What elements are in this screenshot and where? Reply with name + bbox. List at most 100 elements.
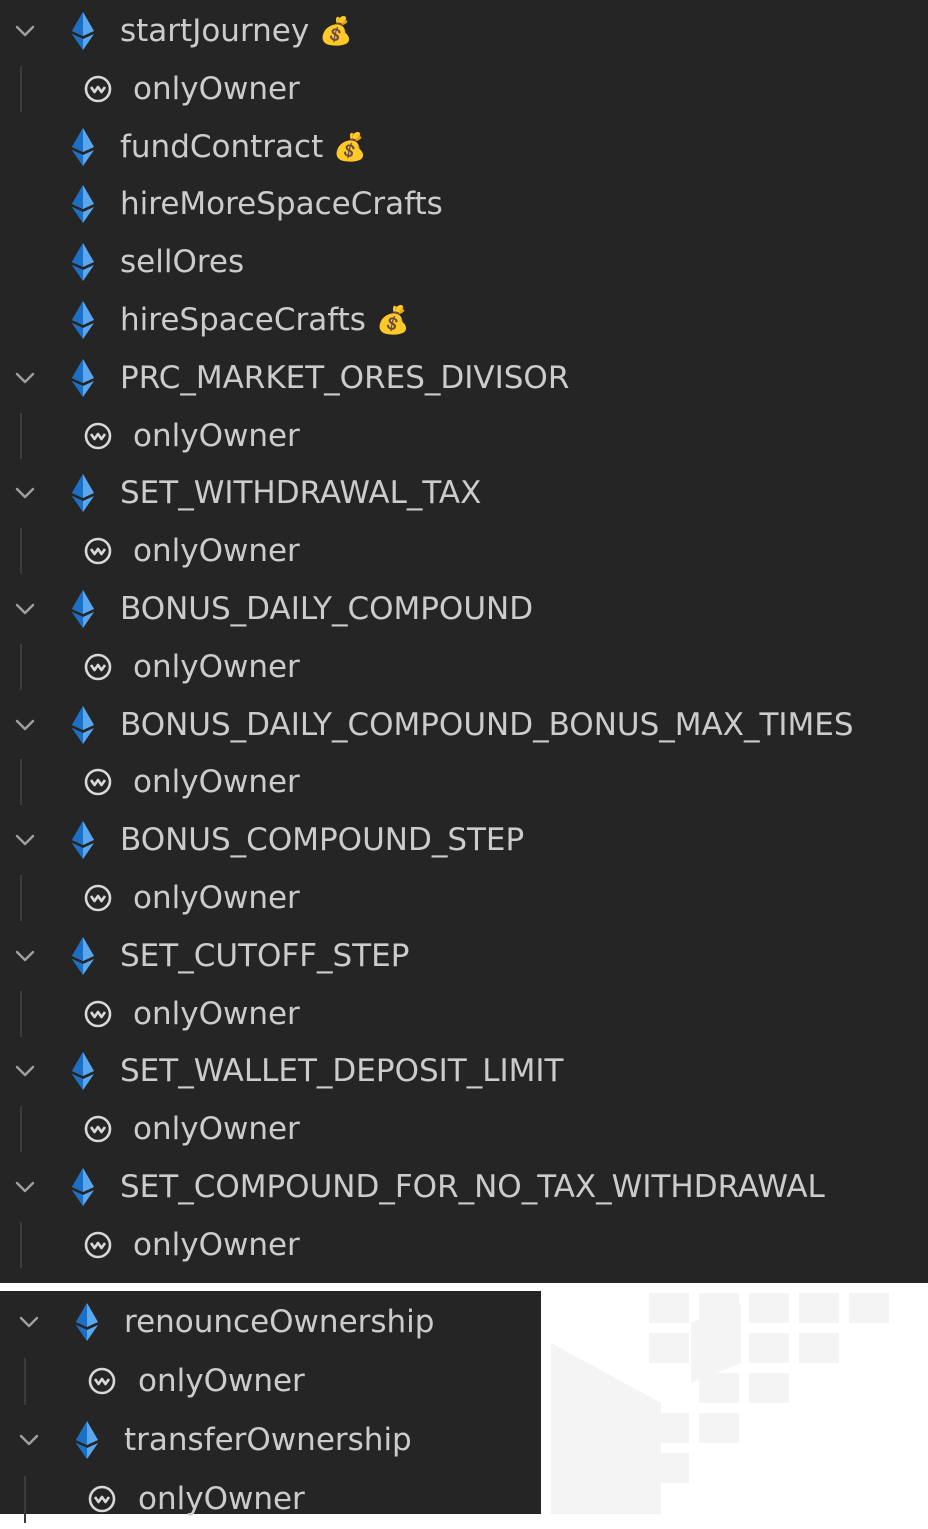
- ethereum-diamond-icon: [72, 243, 94, 282]
- ethereum-diamond-icon: [72, 127, 94, 166]
- tree-indent-guide: [20, 1106, 22, 1153]
- modifier-face-icon: [82, 1229, 114, 1261]
- function-name: hireMoreSpaceCrafts: [120, 175, 443, 233]
- modifier-node[interactable]: onlyOwner: [0, 407, 928, 465]
- modifier-node[interactable]: onlyOwner: [0, 638, 928, 696]
- chevron-down-icon[interactable]: [10, 825, 40, 855]
- function-name-text: startJourney: [120, 13, 310, 49]
- function-name-text: SET_WALLET_DEPOSIT_LIMIT: [120, 1053, 564, 1090]
- modifier-node[interactable]: onlyOwner: [0, 1470, 541, 1529]
- modifier-name: onlyOwner: [133, 417, 300, 454]
- function-node[interactable]: hireMoreSpaceCrafts: [0, 175, 928, 233]
- tree-indent-guide: [20, 875, 22, 921]
- modifier-name: onlyOwner: [133, 764, 300, 801]
- function-name-text: SET_CUTOFF_STEP: [120, 937, 410, 974]
- chevron-down-icon[interactable]: [10, 478, 40, 508]
- modifier-node[interactable]: onlyOwner: [0, 1100, 928, 1158]
- chevron-down-icon[interactable]: [10, 1056, 40, 1086]
- ethereum-diamond-icon: [72, 590, 94, 628]
- ethereum-diamond-icon: [72, 1052, 94, 1091]
- modifier-face-icon: [82, 882, 114, 914]
- tree-indent-guide: [20, 65, 22, 112]
- tree-indent-guide: [24, 1358, 26, 1405]
- function-name: startJourney 💰: [120, 2, 353, 61]
- modifier-node[interactable]: onlyOwner: [0, 869, 928, 927]
- chevron-down-icon[interactable]: [14, 1425, 44, 1455]
- tree-indent-guide: [20, 759, 22, 806]
- modifier-face-icon: [86, 1365, 118, 1397]
- modifier-face-icon: [82, 73, 114, 105]
- modifier-node[interactable]: onlyOwner: [0, 1216, 928, 1274]
- function-name: SET_WITHDRAWAL_TAX: [120, 464, 481, 522]
- tree-indent-guide: [20, 412, 22, 459]
- outline-tree-top: startJourney 💰 onlyOwner fundContract 💰 hireM…: [0, 0, 928, 1283]
- modifier-node[interactable]: onlyOwner: [0, 1352, 541, 1411]
- modifier-name: onlyOwner: [133, 1111, 300, 1148]
- ethereum-diamond-icon: [76, 1303, 98, 1341]
- function-node[interactable]: BONUS_DAILY_COMPOUND: [0, 580, 928, 638]
- modifier-name: onlyOwner: [133, 1226, 300, 1263]
- modifier-name: onlyOwner: [133, 533, 300, 570]
- money-bag-icon: 💰: [319, 16, 353, 47]
- chevron-down-icon[interactable]: [10, 16, 40, 46]
- modifier-node[interactable]: onlyOwner: [0, 522, 928, 580]
- money-bag-icon: 💰: [333, 131, 367, 163]
- tree-indent-guide: [20, 643, 22, 690]
- tree-indent-guide: [20, 1221, 22, 1268]
- function-node[interactable]: SET_WITHDRAWAL_TAX: [0, 464, 928, 522]
- function-name: SET_CUTOFF_STEP: [120, 927, 409, 985]
- function-name-text: SET_COMPOUND_FOR_NO_TAX_WITHDRAWAL: [120, 1169, 825, 1205]
- function-node[interactable]: fundContract 💰: [0, 118, 928, 176]
- modifier-node[interactable]: onlyOwner: [0, 985, 928, 1043]
- function-node[interactable]: startJourney 💰: [0, 2, 928, 60]
- tree-indent-guide: [20, 528, 22, 575]
- function-name: transferOwnership: [124, 1411, 412, 1469]
- function-name: SET_WALLET_DEPOSIT_LIMIT: [120, 1042, 563, 1100]
- function-node[interactable]: PRC_MARKET_ORES_DIVISOR: [0, 349, 928, 407]
- function-node[interactable]: SET_CUTOFF_STEP: [0, 927, 928, 985]
- modifier-face-icon: [86, 1483, 118, 1515]
- function-node[interactable]: BONUS_COMPOUND_STEP: [0, 811, 928, 869]
- function-name-text: PRC_MARKET_ORES_DIVISOR: [120, 359, 570, 396]
- function-name-text: BONUS_DAILY_COMPOUND: [120, 591, 534, 627]
- function-node[interactable]: SET_WALLET_DEPOSIT_LIMIT: [0, 1042, 928, 1100]
- modifier-name: onlyOwner: [133, 648, 300, 685]
- chevron-down-icon[interactable]: [14, 1307, 44, 1337]
- money-bag-icon: 💰: [375, 305, 410, 336]
- function-node[interactable]: hireSpaceCrafts 💰: [0, 291, 928, 349]
- function-name-text: renounceOwnership: [124, 1304, 435, 1340]
- function-name-text: BONUS_COMPOUND_STEP: [120, 822, 525, 859]
- chevron-down-icon[interactable]: [10, 594, 40, 624]
- function-node[interactable]: BONUS_DAILY_COMPOUND_BONUS_MAX_TIMES: [0, 696, 928, 754]
- function-name-text: BONUS_DAILY_COMPOUND_BONUS_MAX_TIMES: [120, 706, 854, 743]
- function-name: BONUS_COMPOUND_STEP: [120, 811, 524, 869]
- function-node[interactable]: transferOwnership: [0, 1411, 541, 1470]
- modifier-name: onlyOwner: [133, 995, 300, 1032]
- modifier-node[interactable]: onlyOwner: [0, 60, 928, 118]
- function-name-text: SET_WITHDRAWAL_TAX: [120, 475, 482, 512]
- modifier-face-icon: [82, 535, 114, 567]
- chevron-down-icon[interactable]: [10, 363, 40, 393]
- function-name: sellOres: [120, 233, 244, 291]
- chevron-down-icon[interactable]: [10, 710, 40, 740]
- outline-tree-bottom: renounceOwnership onlyOwner transferOwners…: [0, 1291, 541, 1523]
- modifier-node[interactable]: onlyOwner: [0, 753, 928, 811]
- ethereum-diamond-icon: [72, 12, 94, 50]
- modifier-face-icon: [82, 420, 114, 452]
- function-name: PRC_MARKET_ORES_DIVISOR: [120, 349, 569, 407]
- ethereum-diamond-icon: [72, 1168, 94, 1206]
- chevron-down-icon[interactable]: [10, 1172, 40, 1202]
- function-node[interactable]: renounceOwnership: [0, 1293, 541, 1352]
- function-node[interactable]: sellOres: [0, 233, 928, 291]
- ethereum-diamond-icon: [72, 474, 94, 513]
- tree-indent-guide: [20, 990, 22, 1037]
- modifier-name: onlyOwner: [133, 70, 300, 107]
- ethereum-diamond-icon: [76, 1421, 98, 1459]
- function-name: BONUS_DAILY_COMPOUND_BONUS_MAX_TIMES: [120, 696, 854, 754]
- ethereum-diamond-icon: [72, 821, 94, 860]
- tree-indent-guide: [24, 1476, 26, 1523]
- function-node[interactable]: SET_COMPOUND_FOR_NO_TAX_WITHDRAWAL: [0, 1158, 928, 1216]
- chevron-down-icon[interactable]: [10, 941, 40, 971]
- function-name: hireSpaceCrafts 💰: [120, 291, 410, 350]
- function-name: fundContract 💰: [120, 118, 367, 177]
